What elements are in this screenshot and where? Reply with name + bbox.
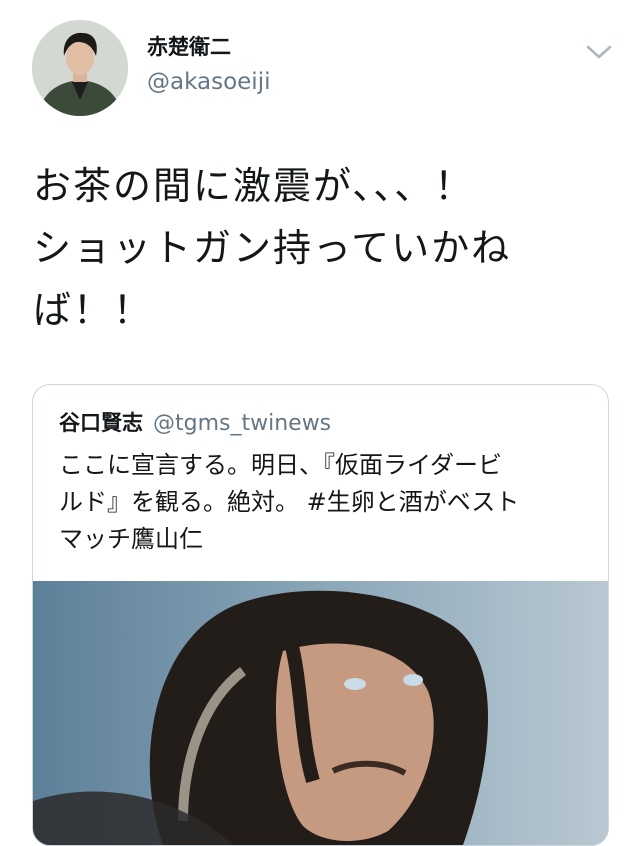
quoted-user-handle: @tgms_twinews (153, 411, 332, 436)
quoted-tweet-card[interactable]: 谷口賢志 @tgms_twinews ここに宣言する。明日、『仮面ライダービ ルド… (32, 384, 609, 846)
quoted-text-line: ルド』を観る。絶対。 #生卵と酒がベスト (59, 488, 520, 516)
quoted-text-line: マッチ鷹山仁 (59, 525, 203, 553)
quoted-photo[interactable] (33, 581, 608, 845)
quoted-tweet-text: ここに宣言する。明日、『仮面ライダービ ルド』を観る。絶対。 #生卵と酒がベスト… (59, 447, 599, 558)
quoted-display-name: 谷口賢志 (59, 411, 143, 435)
quoted-tweet-header: 谷口賢志 @tgms_twinews (59, 407, 331, 437)
quoted-photo-image (33, 581, 608, 845)
tweet-text-line: ば！！ (33, 288, 154, 332)
tweet-text-line: お茶の間に激震が、、、！ (33, 164, 475, 208)
chevron-down-icon[interactable] (584, 40, 614, 64)
user-handle[interactable]: @akasoeiji (147, 68, 270, 96)
quoted-text-line: ここに宣言する。明日、『仮面ライダービ (59, 451, 503, 479)
display-name[interactable]: 赤楚衛二 (147, 34, 231, 60)
tweet-text-line: ショットガン持っていかね (33, 226, 512, 270)
tweet-text: お茶の間に激震が、、、！ ショットガン持っていかね ば！！ (33, 155, 623, 341)
user-avatar-photo (32, 20, 128, 116)
avatar[interactable] (32, 20, 128, 116)
